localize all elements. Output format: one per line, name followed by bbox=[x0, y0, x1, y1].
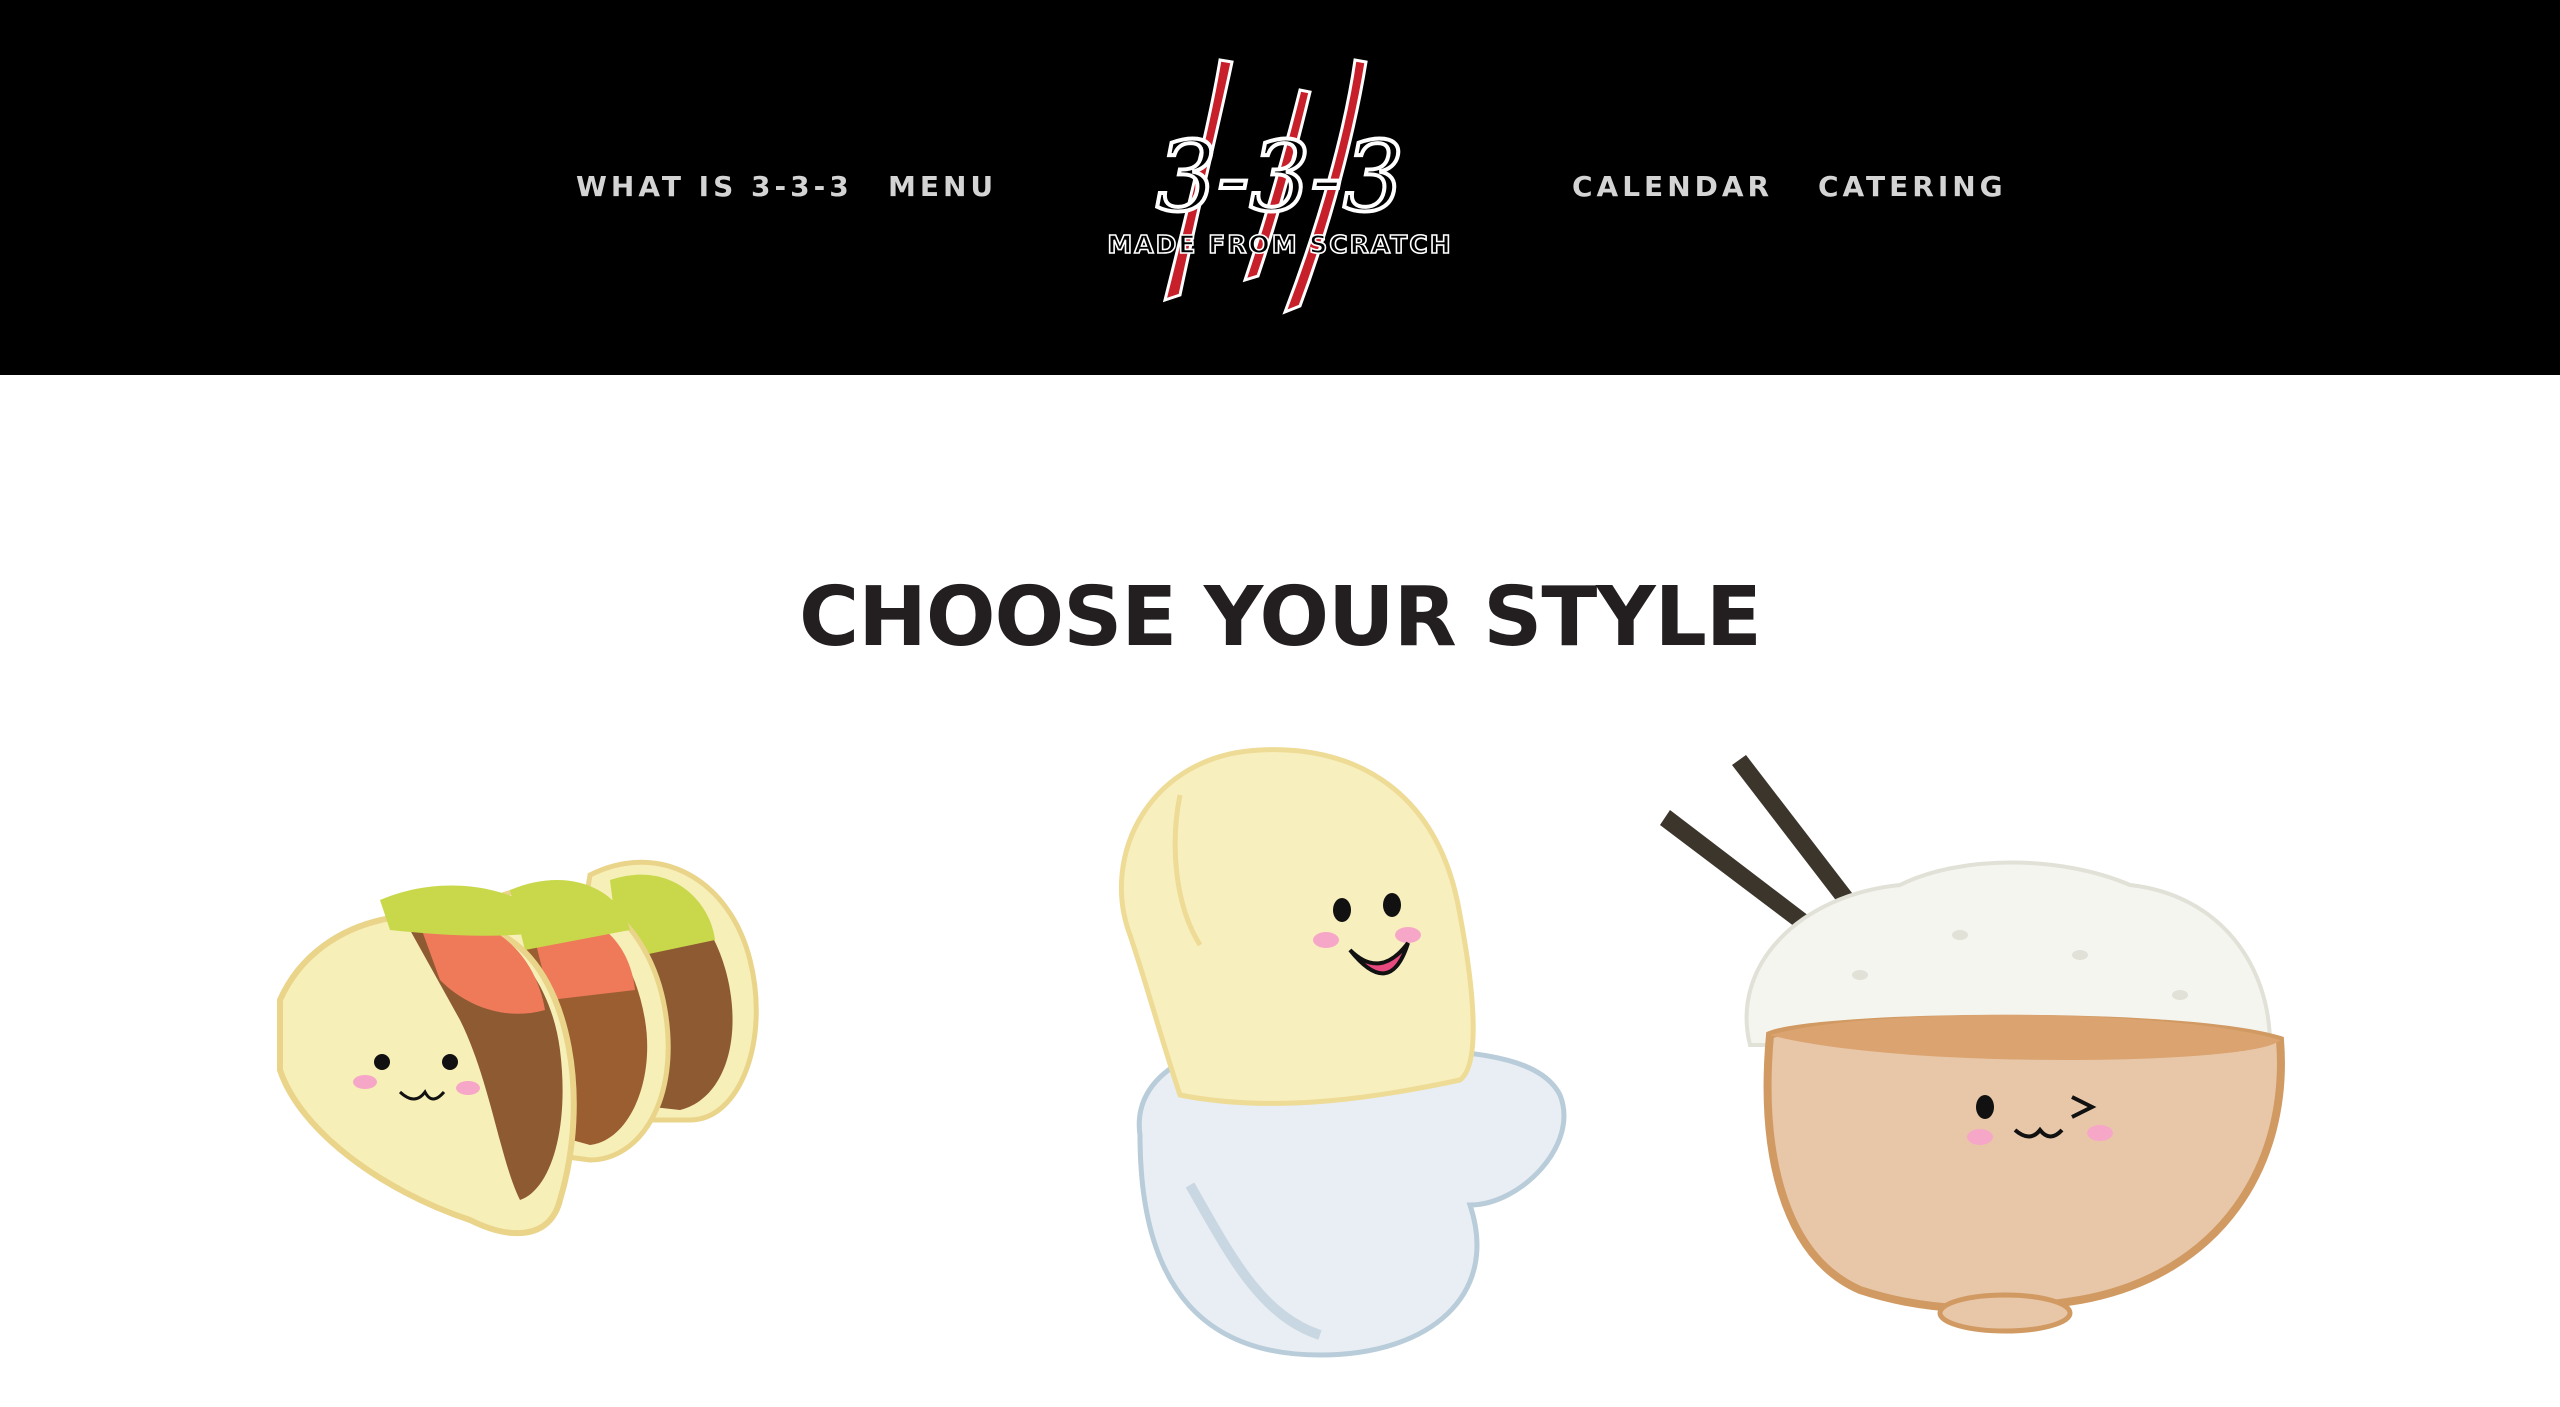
rice-bowl-icon bbox=[1660, 755, 2285, 1334]
logo-mark-text: 3-3-3 bbox=[1156, 121, 1404, 233]
nav-menu[interactable]: MENU bbox=[888, 170, 997, 203]
nav-catering[interactable]: CATERING bbox=[1818, 170, 2007, 203]
logo-tagline: MADE FROM SCRATCH bbox=[1107, 230, 1452, 259]
nav-what-is-333[interactable]: WHAT IS 3-3-3 bbox=[576, 170, 853, 203]
taco-icon bbox=[277, 859, 759, 1237]
nav-calendar[interactable]: CALENDAR bbox=[1572, 170, 1773, 203]
site-header: WHAT IS 3-3-3 MENU 3-3-3 MADE FROM SCRAT… bbox=[0, 0, 2560, 375]
style-option-bao[interactable] bbox=[1060, 735, 1580, 1365]
style-option-rice-bowl[interactable] bbox=[1660, 745, 2300, 1355]
claw-scratch-logo: 3-3-3 MADE FROM SCRATCH bbox=[1107, 58, 1452, 315]
bao-bun-icon bbox=[1119, 747, 1567, 1358]
page-title: CHOOSE YOUR STYLE bbox=[799, 570, 1762, 665]
style-option-taco[interactable] bbox=[260, 820, 900, 1260]
site-logo[interactable]: 3-3-3 MADE FROM SCRATCH bbox=[1070, 50, 1490, 320]
